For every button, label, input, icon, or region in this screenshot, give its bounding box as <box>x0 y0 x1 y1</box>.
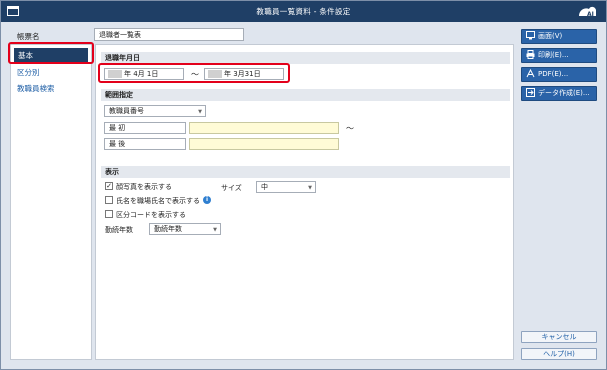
cancel-button[interactable]: キャンセル <box>521 331 597 343</box>
range-separator: 〜 <box>346 124 354 133</box>
pdf-button[interactable]: PDF(E)... <box>521 67 597 82</box>
report-name-input[interactable]: 退職者一覧表 <box>94 28 244 41</box>
logo-text: AI <box>587 11 594 18</box>
print-button[interactable]: 印刷(E)... <box>521 48 597 63</box>
main-panel: 退職年月日 年 4月 1日 〜 年 3月31日 範囲指定 教職員番号 ▼ 最 初 … <box>95 44 514 360</box>
range-last-input[interactable] <box>189 138 339 150</box>
date-highlight-box <box>98 63 290 83</box>
ai-logo-icon: AI <box>579 6 596 18</box>
help-button[interactable]: ヘルプ(H) <box>521 348 597 360</box>
sidebar: 基本 区分別 教職員検索 <box>10 44 92 360</box>
chevron-down-icon: ▼ <box>213 227 217 233</box>
photo-checkbox[interactable]: ✓ <box>105 182 113 190</box>
range-last-label: 最 後 <box>104 138 186 150</box>
maiden-checkbox-row[interactable]: 氏名を職場氏名で表示する i <box>105 196 211 207</box>
display-header: 表示 <box>101 166 510 178</box>
screen-button[interactable]: 画面(V) <box>521 29 597 44</box>
pdf-icon <box>526 68 535 77</box>
info-icon[interactable]: i <box>203 196 211 204</box>
data-export-button[interactable]: データ作成(E)... <box>521 86 597 101</box>
chevron-down-icon: ▼ <box>308 185 312 191</box>
size-select[interactable]: 中 ▼ <box>256 181 316 193</box>
range-first-label: 最 初 <box>104 122 186 134</box>
range-header: 範囲指定 <box>101 89 510 101</box>
kubun-checkbox[interactable] <box>105 210 113 218</box>
report-name-label: 帳票名 <box>17 32 40 41</box>
sidebar-highlight-box <box>8 42 94 64</box>
window-title: 教職員一覧資料 - 条件設定 <box>256 7 351 16</box>
title-bar: 教職員一覧資料 - 条件設定 AI <box>1 1 606 22</box>
range-key-select[interactable]: 教職員番号 ▼ <box>104 105 206 117</box>
photo-checkbox-row[interactable]: ✓ 顔写真を表示する <box>105 182 172 193</box>
maiden-checkbox[interactable] <box>105 196 113 204</box>
years-select[interactable]: 勤続年数 ▼ <box>149 223 221 235</box>
dialog-window: 教職員一覧資料 - 条件設定 AI 帳票名 退職者一覧表 基本 区分別 教職員検… <box>0 0 607 370</box>
printer-icon <box>526 49 535 59</box>
kubun-checkbox-row[interactable]: 区分コードを表示する <box>105 210 186 221</box>
monitor-icon <box>526 30 535 39</box>
export-icon <box>526 87 535 97</box>
size-label: サイズ <box>221 184 242 192</box>
sidebar-item-staff-search[interactable]: 教職員検索 <box>11 81 91 97</box>
sidebar-item-category[interactable]: 区分別 <box>11 65 91 81</box>
range-first-input[interactable] <box>189 122 339 134</box>
chevron-down-icon: ▼ <box>198 109 202 115</box>
years-label: 勤続年数 <box>105 226 133 234</box>
